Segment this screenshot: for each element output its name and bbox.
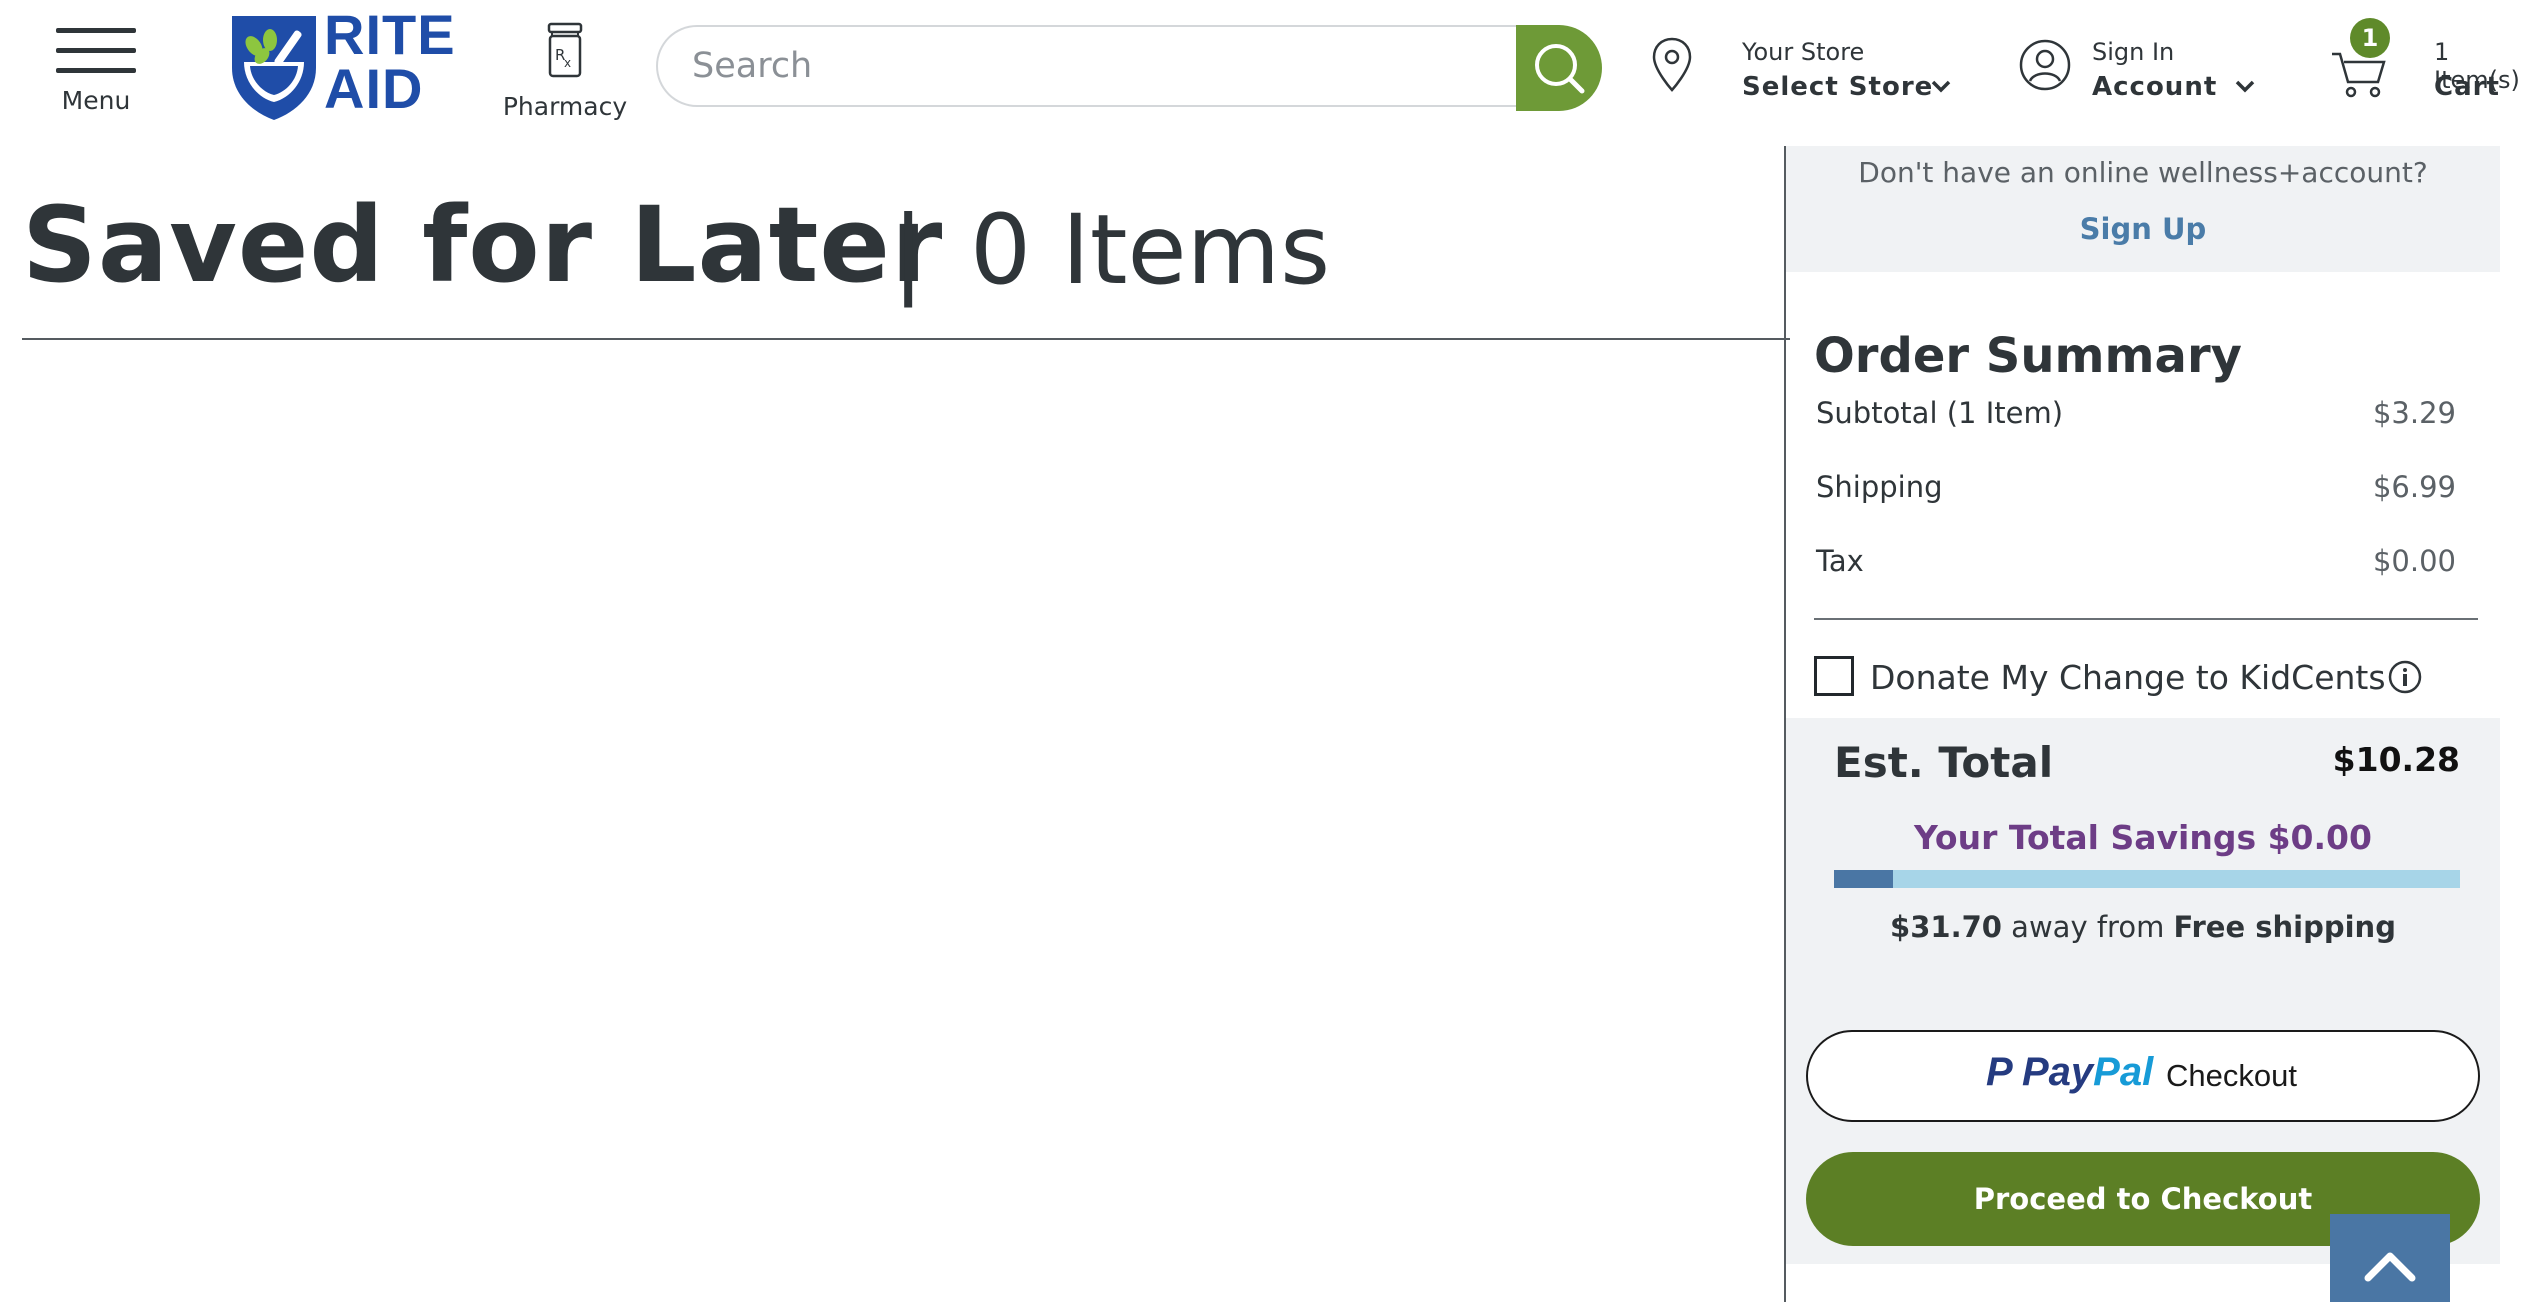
pharmacy-link[interactable]: R x Pharmacy [490, 22, 640, 122]
store-bottom-label: Select Store [1742, 72, 1934, 102]
info-icon[interactable] [2388, 660, 2422, 694]
shipping-away-target: Free shipping [2173, 910, 2396, 944]
sign-up-link[interactable]: Sign Up [1786, 212, 2500, 246]
title-divider [22, 338, 1790, 340]
account-menu[interactable]: Sign In Account [2018, 28, 2258, 118]
pharmacy-label: Pharmacy [502, 92, 628, 121]
cart-count-badge: 1 [2350, 18, 2390, 58]
cart-bottom-label: Cart [2434, 72, 2500, 102]
chevron-up-icon [2364, 1252, 2416, 1282]
free-shipping-progress [1834, 870, 2460, 888]
account-top-label: Sign In [2092, 38, 2175, 66]
paypal-logo: P [1986, 1050, 2013, 1094]
location-pin-icon [1652, 37, 1692, 92]
logo-wordmark: RITE AID [324, 3, 456, 120]
donate-label: Donate My Change to KidCents [1870, 658, 2386, 697]
chevron-down-icon [2235, 80, 2255, 93]
paypal-pal-text: Pal [2093, 1050, 2154, 1094]
search-input[interactable] [656, 25, 1516, 107]
store-selector[interactable]: Your Store Select Store [1650, 28, 1951, 118]
hamburger-icon-bar [56, 68, 136, 73]
signup-prompt-text: Don't have an online wellness+account? [1858, 156, 2428, 189]
total-savings: Your Total Savings $0.00 [1914, 818, 2372, 857]
tax-label: Tax [1816, 544, 1864, 578]
logo-text-aid: AID [324, 57, 424, 120]
est-total-value: $10.28 [2332, 740, 2460, 779]
tax-row: Tax $0.00 [1816, 544, 2456, 588]
pill-bottle-icon: R x [547, 22, 583, 78]
logo-text-rite: RITE [324, 3, 456, 66]
paypal-checkout-label: Checkout [2166, 1058, 2297, 1093]
menu-label: Menu [61, 86, 131, 115]
cart-icon [2332, 52, 2386, 98]
free-shipping-progress-fill [1834, 870, 1893, 888]
tax-value: $0.00 [2372, 544, 2456, 578]
svg-text:x: x [564, 56, 571, 70]
signup-prompt-box: Don't have an online wellness+account? S… [1786, 146, 2500, 272]
search-button[interactable] [1516, 25, 1602, 111]
saved-item-count: 0 Items [970, 194, 1331, 306]
shield-logo-icon [232, 16, 316, 120]
menu-button[interactable]: Menu [40, 18, 150, 128]
store-top-label: Your Store [1742, 38, 1865, 66]
search-bar [656, 25, 1602, 111]
chevron-down-icon [1931, 80, 1951, 93]
back-to-top-button[interactable] [2330, 1214, 2450, 1302]
page-title: Saved for Later [22, 184, 944, 306]
summary-divider [1814, 618, 2478, 620]
hamburger-icon-bar [56, 48, 136, 53]
paypal-pay-text: Pay [2022, 1050, 2094, 1094]
title-separator: | [892, 196, 925, 308]
free-shipping-note: $31.70 away from Free shipping [1786, 910, 2500, 944]
shipping-row: Shipping $6.99 [1816, 470, 2456, 514]
shipping-away-amount: $31.70 [1890, 910, 2002, 944]
rite-aid-logo[interactable]: RITE AID [226, 7, 456, 122]
shipping-label: Shipping [1816, 470, 1943, 504]
donate-checkbox[interactable] [1814, 656, 1854, 696]
subtotal-value: $3.29 [2372, 396, 2456, 430]
user-circle-icon [2019, 39, 2071, 91]
cart-button[interactable]: 1 1 Item(s) Cart [2330, 16, 2542, 116]
shipping-away-text: away from [2001, 910, 2174, 944]
subtotal-row: Subtotal (1 Item) $3.29 [1816, 396, 2456, 440]
account-bottom-label: Account [2092, 72, 2218, 102]
subtotal-label: Subtotal (1 Item) [1816, 396, 2064, 430]
est-total-label: Est. Total [1834, 738, 2054, 787]
shipping-value: $6.99 [2372, 470, 2456, 504]
paypal-wordmark: PayPal [2022, 1050, 2153, 1095]
hamburger-icon-bar [56, 28, 136, 33]
order-summary-title: Order Summary [1814, 328, 2242, 384]
paypal-checkout-button[interactable]: P PayPal Checkout [1806, 1030, 2480, 1122]
search-icon [1535, 44, 1585, 94]
